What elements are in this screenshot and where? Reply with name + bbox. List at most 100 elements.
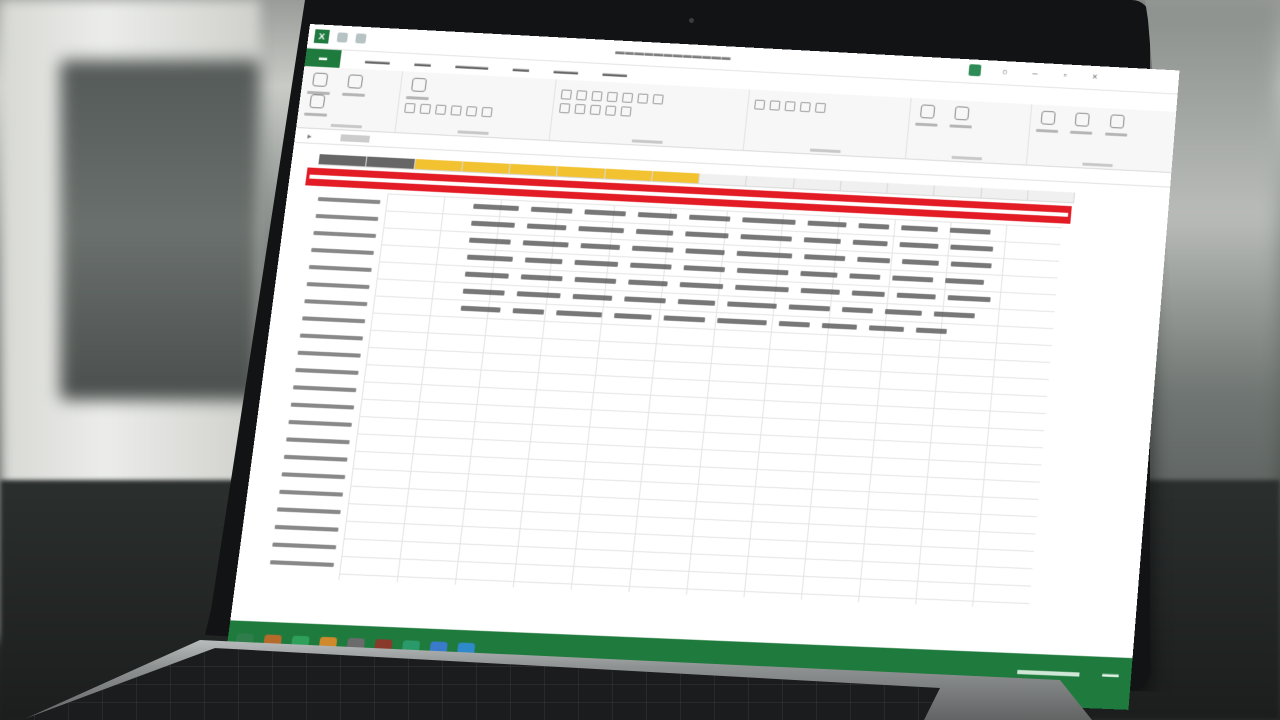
decrease-decimal-icon[interactable] — [814, 102, 827, 114]
sort-icon — [1109, 114, 1125, 129]
bold-icon[interactable] — [404, 102, 416, 114]
insert-button[interactable] — [1035, 110, 1060, 133]
merge-icon[interactable] — [621, 92, 634, 103]
column-header[interactable] — [414, 158, 464, 172]
minimize-icon[interactable]: – — [1029, 67, 1042, 79]
delete-button[interactable] — [1070, 112, 1094, 135]
tab-3[interactable]: ▬▬▬▬ — [455, 61, 489, 72]
align-top-icon[interactable] — [560, 89, 573, 100]
column-header[interactable] — [366, 156, 416, 169]
paste-icon — [312, 72, 329, 87]
group-label — [809, 148, 841, 154]
group-label — [456, 130, 489, 135]
align-bottom-icon[interactable] — [591, 91, 603, 102]
orientation-icon[interactable] — [605, 105, 617, 116]
increase-decimal-icon[interactable] — [799, 101, 811, 113]
indent-icon[interactable] — [637, 93, 649, 104]
worksheet — [237, 142, 1171, 610]
group-label — [951, 155, 982, 161]
column-header[interactable] — [318, 154, 368, 167]
conditional-format-icon — [919, 104, 936, 119]
cut-icon — [347, 74, 364, 89]
group-label — [330, 123, 362, 129]
ribbon-group-styles — [905, 98, 1033, 165]
insert-icon — [1040, 110, 1056, 126]
percent-icon[interactable] — [769, 100, 781, 111]
zoom-slider[interactable] — [1017, 669, 1080, 677]
spreadsheet-window: X ▬▬▬▬▬▬▬▬▬▬▬▬ ○ – ▫ × ▬ ▬▬▬ ▬▬ ▬▬▬▬ ▬▬ … — [223, 24, 1180, 710]
comma-icon[interactable] — [784, 101, 796, 112]
copy-button[interactable] — [304, 94, 330, 117]
expand-arrow-icon[interactable]: ▸ — [307, 131, 312, 140]
conditional-format-button[interactable] — [915, 104, 939, 127]
underline-icon[interactable] — [434, 104, 447, 115]
justify-icon[interactable] — [620, 106, 632, 117]
window-title-text: ▬▬▬▬▬▬▬▬▬▬▬▬ — [614, 46, 732, 63]
format-icon — [410, 77, 428, 93]
zoom-level: ▬▬ — [1101, 669, 1120, 680]
tab-2[interactable]: ▬▬ — [414, 59, 432, 69]
copy-icon — [309, 94, 326, 109]
ribbon-group-alignment — [549, 79, 751, 151]
cut-button[interactable] — [342, 74, 367, 97]
wrap-icon[interactable] — [606, 91, 618, 103]
column-header[interactable] — [509, 163, 559, 177]
column-header[interactable] — [461, 161, 511, 174]
table-icon — [954, 106, 970, 121]
fill-icon[interactable] — [465, 106, 478, 117]
name-box[interactable] — [340, 133, 371, 143]
column-header[interactable] — [699, 173, 748, 186]
tab-6[interactable]: ▬▬▬ — [602, 69, 627, 79]
column-header[interactable] — [557, 166, 606, 179]
column-header[interactable] — [934, 185, 982, 198]
currency-icon[interactable] — [754, 99, 766, 110]
border-icon[interactable] — [450, 105, 462, 116]
column-header[interactable] — [604, 168, 653, 181]
ribbon-group-font — [395, 71, 557, 141]
row-number[interactable] — [304, 189, 317, 206]
column-header[interactable] — [793, 178, 842, 191]
font-tools — [404, 102, 546, 120]
ribbon-group-cells — [1027, 104, 1172, 171]
italic-icon[interactable] — [419, 103, 432, 115]
align-center-icon[interactable] — [574, 103, 586, 115]
column-header[interactable] — [887, 183, 936, 196]
tab-5[interactable]: ▬▬▬ — [553, 66, 579, 76]
table-format-button[interactable] — [949, 106, 974, 129]
window-controls: ○ – ▫ × — [968, 64, 1101, 83]
column-header[interactable] — [746, 175, 795, 189]
align-middle-icon[interactable] — [575, 90, 588, 101]
align-right-icon[interactable] — [589, 104, 602, 116]
tab-4[interactable]: ▬▬ — [512, 64, 529, 74]
background-picture-frame — [60, 60, 260, 400]
share-icon[interactable] — [968, 64, 982, 77]
tab-1[interactable]: ▬▬▬ — [365, 56, 391, 66]
paste-button[interactable] — [306, 72, 333, 96]
tab-file[interactable]: ▬ — [304, 48, 342, 68]
row-label[interactable] — [269, 553, 341, 574]
format-button[interactable] — [405, 77, 431, 101]
ribbon-group-number — [743, 89, 912, 159]
webcam-icon — [689, 18, 694, 23]
close-icon[interactable]: × — [1088, 71, 1101, 83]
row-numbers — [304, 189, 317, 206]
excel-logo-icon: X — [313, 29, 330, 44]
restore-icon[interactable]: ▫ — [1059, 69, 1072, 81]
delete-icon — [1075, 112, 1091, 127]
outdent-icon[interactable] — [652, 94, 664, 105]
column-header[interactable] — [980, 187, 1029, 201]
font-color-icon[interactable] — [481, 106, 493, 118]
undo-icon[interactable] — [355, 33, 367, 44]
column-header[interactable] — [840, 180, 889, 193]
help-icon[interactable]: ○ — [998, 66, 1011, 78]
column-header[interactable] — [1027, 190, 1076, 203]
align-left-icon[interactable] — [559, 103, 571, 114]
save-icon[interactable] — [336, 32, 349, 43]
column-header[interactable] — [651, 171, 701, 184]
sort-button[interactable] — [1104, 114, 1129, 137]
group-label — [631, 139, 663, 144]
photo-scene: X ▬▬▬▬▬▬▬▬▬▬▬▬ ○ – ▫ × ▬ ▬▬▬ ▬▬ ▬▬▬▬ ▬▬ … — [0, 0, 1280, 720]
group-label — [1082, 162, 1113, 168]
number-tools — [754, 99, 904, 118]
ribbon-group-clipboard — [296, 66, 404, 133]
